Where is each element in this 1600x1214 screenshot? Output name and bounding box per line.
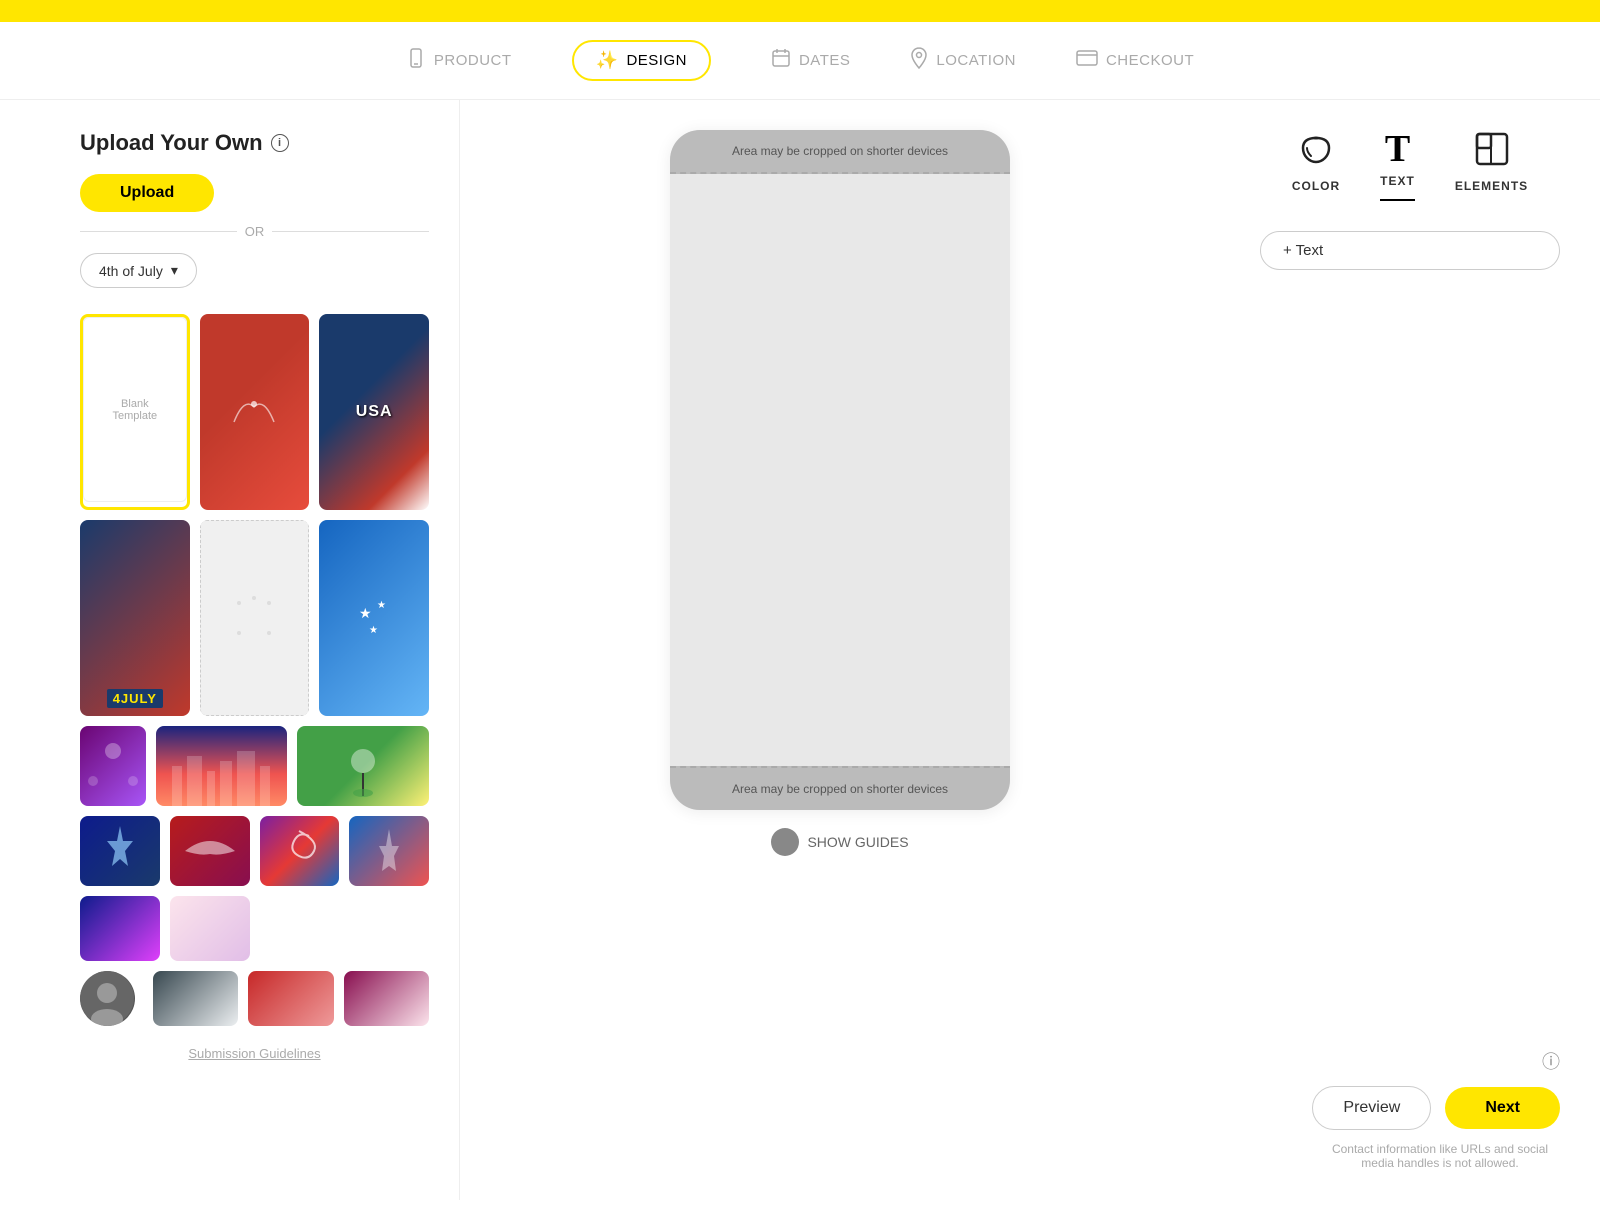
crop-area-top: Area may be cropped on shorter devices [670, 130, 1010, 174]
nav-design[interactable]: ✨ DESIGN [572, 40, 711, 81]
nav-design-label: DESIGN [626, 52, 687, 69]
template-empty-col2 [349, 896, 429, 961]
chevron-down-icon: ▾ [171, 262, 178, 279]
template-sparklers[interactable] [153, 971, 238, 1026]
template-fireworks-blue[interactable] [80, 896, 160, 961]
4july-thumb: 4JULY [80, 520, 190, 716]
color-icon [1297, 130, 1335, 173]
location-icon [910, 47, 928, 74]
main-content: Upload Your Own i Upload OR 4th of July … [0, 100, 1600, 1200]
checkout-icon [1076, 50, 1098, 71]
left-panel: Upload Your Own i Upload OR 4th of July … [0, 100, 460, 1200]
template-section-3 [80, 816, 429, 1026]
template-grid: Blank Template USA 4JULY [80, 314, 429, 716]
template-pink[interactable] [344, 971, 429, 1026]
tab-elements[interactable]: ELEMENTS [1455, 130, 1528, 201]
nav-product-label: PRODUCT [434, 52, 512, 69]
bottom-actions: ⓘ Preview Next Contact information like … [1260, 1048, 1560, 1170]
usa-thumb: USA [319, 314, 429, 510]
nav-checkout-label: CHECKOUT [1106, 52, 1194, 69]
show-guides-label: SHOW GUIDES [807, 834, 908, 850]
or-divider: OR [80, 224, 429, 239]
nav-location[interactable]: LOCATION [910, 47, 1016, 74]
canvas-area[interactable] [670, 174, 1010, 766]
elements-icon [1473, 130, 1511, 173]
nav-dates-label: DATES [799, 52, 850, 69]
nav-checkout[interactable]: CHECKOUT [1076, 50, 1194, 71]
template-liberty[interactable] [80, 816, 160, 886]
template-blue-stars[interactable]: ★ ★ ★ [319, 520, 429, 716]
tab-text[interactable]: T TEXT [1380, 130, 1415, 201]
template-statue-2[interactable] [349, 816, 429, 886]
upload-button[interactable]: Upload [80, 174, 214, 212]
template-purple[interactable] [80, 726, 146, 806]
upload-section-title: Upload Your Own i [80, 130, 429, 156]
template-stars-red[interactable] [248, 971, 333, 1026]
info-icon[interactable]: ⓘ [1542, 1048, 1560, 1074]
nav-product[interactable]: PRODUCT [406, 48, 512, 73]
tab-elements-label: ELEMENTS [1455, 179, 1528, 193]
disclaimer-text: Contact information like URLs and social… [1320, 1142, 1560, 1170]
submission-guidelines-link[interactable]: Submission Guidelines [80, 1046, 429, 1061]
top-bar [0, 0, 1600, 22]
category-label: 4th of July [99, 263, 163, 279]
guides-toggle-icon [771, 828, 799, 856]
template-city[interactable] [156, 726, 288, 806]
product-icon [406, 48, 426, 73]
action-buttons: Preview Next [1312, 1086, 1560, 1130]
blue-stars-thumb: ★ ★ ★ [319, 520, 429, 716]
template-blank[interactable]: Blank Template [80, 314, 190, 510]
preview-button[interactable]: Preview [1312, 1086, 1431, 1130]
template-dotted[interactable] [200, 520, 310, 716]
dates-icon [771, 48, 791, 73]
dotted-thumb [200, 520, 310, 716]
blank-template-thumb: Blank Template [83, 317, 187, 502]
template-fireworks-white[interactable] [170, 896, 250, 961]
template-row-landscape [80, 726, 429, 806]
template-empty-col [260, 896, 340, 961]
template-4july[interactable]: 4JULY [80, 520, 190, 716]
design-icon: ✨ [596, 50, 619, 71]
add-text-button[interactable]: + Text [1260, 231, 1560, 270]
phone-preview: Area may be cropped on shorter devices A… [670, 130, 1010, 810]
template-fireworks-1[interactable] [200, 314, 310, 510]
right-panel: COLOR T TEXT ELEMENTS + Text [1220, 100, 1600, 1200]
nav-location-label: LOCATION [936, 52, 1016, 69]
category-dropdown[interactable]: 4th of July ▾ [80, 253, 197, 288]
svg-text:★: ★ [369, 625, 378, 636]
template-avatar[interactable] [80, 971, 135, 1026]
tab-color-label: COLOR [1292, 179, 1340, 193]
upload-info-icon[interactable]: i [271, 134, 289, 152]
center-panel: Area may be cropped on shorter devices A… [460, 100, 1220, 1200]
template-usa[interactable]: USA [319, 314, 429, 510]
show-guides-button[interactable]: SHOW GUIDES [771, 828, 908, 856]
fireworks-red-thumb [200, 314, 310, 510]
svg-text:★: ★ [377, 600, 386, 611]
template-section-2 [80, 726, 429, 806]
template-picnic[interactable] [297, 726, 429, 806]
next-button[interactable]: Next [1445, 1087, 1560, 1129]
tool-tabs: COLOR T TEXT ELEMENTS [1260, 130, 1560, 201]
navigation: PRODUCT ✨ DESIGN DATES LOCATION [0, 22, 1600, 100]
crop-area-bottom: Area may be cropped on shorter devices [670, 766, 1010, 810]
template-swirl[interactable] [260, 816, 340, 886]
tab-color[interactable]: COLOR [1292, 130, 1340, 201]
svg-text:★: ★ [359, 605, 372, 621]
text-icon: T [1385, 130, 1410, 168]
nav-dates[interactable]: DATES [771, 48, 850, 73]
tab-text-label: TEXT [1380, 174, 1415, 188]
template-eagle[interactable] [170, 816, 250, 886]
